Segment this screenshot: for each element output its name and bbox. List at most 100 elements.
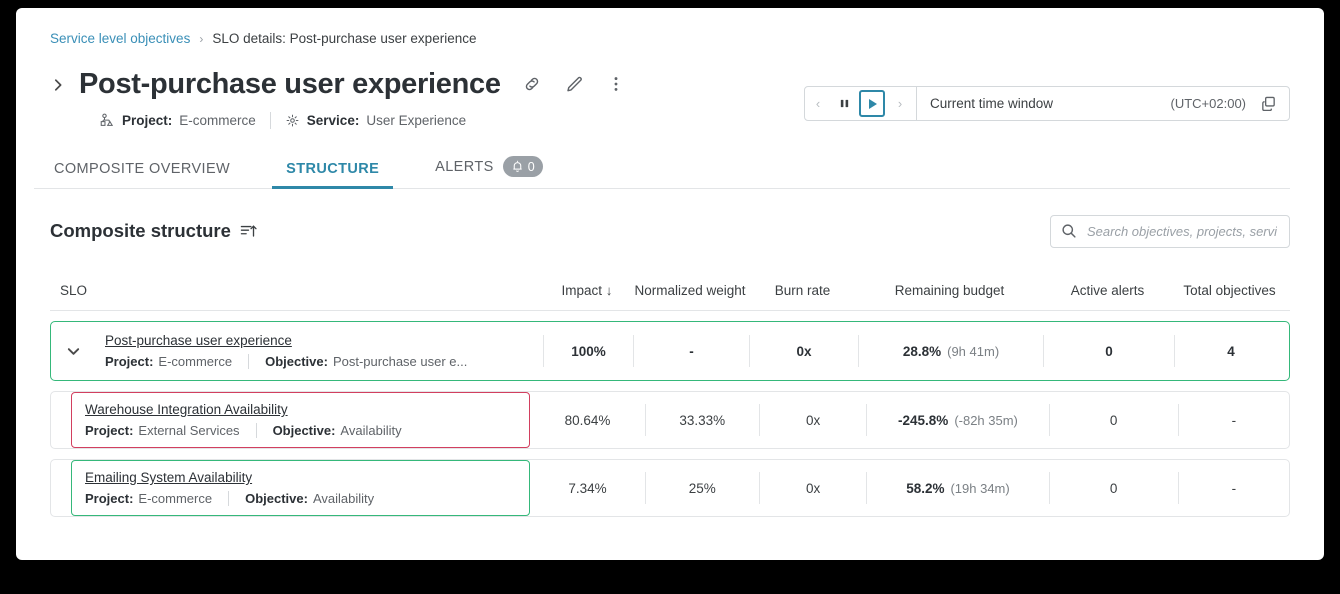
service-icon: [285, 113, 300, 128]
cell-remaining-budget-time: (9h 41m): [947, 344, 999, 359]
meta-service-label: Service:: [307, 113, 360, 128]
cell-remaining-budget: 58.2% (19h 34m): [866, 472, 1048, 504]
cell-impact: 80.64%: [530, 404, 644, 436]
cell-total-objectives: -: [1178, 472, 1289, 504]
breadcrumb-link-service-level-objectives[interactable]: Service level objectives: [50, 31, 190, 46]
time-window-pause-button[interactable]: [831, 87, 857, 120]
slo-project-value: E-commerce: [158, 354, 232, 369]
slo-name-link[interactable]: Warehouse Integration Availability: [85, 402, 529, 417]
slo-sub-divider: [228, 491, 229, 506]
slo-objective-value: Availability: [340, 423, 401, 438]
slo-objective-label: Objective:: [265, 354, 328, 369]
slo-objective-value: Post-purchase user e...: [333, 354, 467, 369]
cell-impact: 100%: [543, 335, 633, 367]
cell-total-objectives: -: [1178, 404, 1289, 436]
column-header-active-alerts[interactable]: Active alerts: [1042, 283, 1173, 299]
breadcrumb-current: SLO details: Post-purchase user experien…: [212, 31, 476, 46]
time-window-next-button[interactable]: ›: [887, 87, 913, 120]
cell-remaining-budget-time: (19h 34m): [950, 481, 1009, 496]
slo-sub-info: Project: E-commerce Objective: Availabil…: [85, 491, 529, 506]
tab-alerts-label: ALERTS: [435, 159, 494, 175]
page-title: Post-purchase user experience: [79, 63, 501, 105]
column-header-normalized-weight[interactable]: Normalized weight: [632, 283, 748, 299]
table-row[interactable]: Warehouse Integration Availability Proje…: [50, 391, 1290, 449]
slo-project-label: Project:: [85, 491, 133, 506]
pencil-icon[interactable]: [564, 74, 584, 94]
title-actions: [522, 63, 626, 105]
tab-structure-label: STRUCTURE: [286, 161, 379, 177]
column-header-total-objectives[interactable]: Total objectives: [1173, 283, 1286, 299]
slo-objective-value: Availability: [313, 491, 374, 506]
search-box[interactable]: [1050, 215, 1290, 248]
slo-name-cell[interactable]: Emailing System Availability Project: E-…: [71, 460, 530, 516]
tab-composite-overview-label: COMPOSITE OVERVIEW: [54, 161, 230, 177]
sort-arrow-icon: ↓: [606, 283, 613, 298]
cell-remaining-budget: 28.8% (9h 41m): [858, 335, 1043, 367]
cell-total-objectives: 4: [1174, 335, 1287, 367]
meta-project-value: E-commerce: [179, 113, 256, 128]
column-header-impact-label: Impact: [561, 283, 602, 298]
meta-service: Service: User Experience: [285, 113, 466, 128]
slo-name-link[interactable]: Post-purchase user experience: [105, 333, 543, 348]
slo-project-value: E-commerce: [138, 491, 212, 506]
column-header-burn-rate[interactable]: Burn rate: [748, 283, 857, 299]
slo-objective-label: Objective:: [273, 423, 336, 438]
link-icon[interactable]: [522, 74, 542, 94]
slo-sub-info: Project: External Services Objective: Av…: [85, 423, 529, 438]
slo-name-link[interactable]: Emailing System Availability: [85, 470, 529, 485]
project-icon: [100, 113, 115, 128]
meta-service-value: User Experience: [366, 113, 466, 128]
slo-sub-info: Project: E-commerce Objective: Post-purc…: [105, 354, 543, 369]
alerts-badge-count: 0: [528, 160, 535, 174]
slo-project-value: External Services: [138, 423, 239, 438]
tab-structure[interactable]: STRUCTURE: [282, 161, 383, 188]
cell-impact: 7.34%: [530, 472, 644, 504]
column-header-impact[interactable]: Impact ↓: [542, 283, 632, 299]
copy-icon[interactable]: [1260, 95, 1277, 112]
composite-structure-table: SLO Impact ↓ Normalized weight Burn rate…: [34, 263, 1306, 517]
tab-alerts[interactable]: ALERTS 0: [431, 156, 547, 188]
column-header-slo: SLO: [50, 283, 542, 299]
column-header-remaining-budget[interactable]: Remaining budget: [857, 283, 1042, 299]
play-icon: [869, 99, 877, 109]
breadcrumb: Service level objectives › SLO details: …: [34, 8, 1306, 46]
cell-remaining-budget: -245.8% (-82h 35m): [866, 404, 1048, 436]
chevron-right-icon[interactable]: [50, 63, 66, 107]
time-window-prev-button[interactable]: ‹: [805, 87, 831, 120]
search-input[interactable]: [1085, 223, 1279, 240]
breadcrumb-separator-icon: ›: [199, 32, 203, 46]
chevron-down-icon[interactable]: [51, 344, 95, 359]
search-icon: [1061, 223, 1077, 239]
cell-normalized-weight: 25%: [645, 472, 759, 504]
time-window-label[interactable]: Current time window: [917, 96, 1171, 111]
section-header: Composite structure: [34, 215, 1306, 247]
kebab-menu-icon[interactable]: [606, 74, 626, 94]
table-row[interactable]: Emailing System Availability Project: E-…: [50, 459, 1290, 517]
bell-icon: [511, 160, 524, 173]
time-window-play-button[interactable]: [859, 90, 885, 117]
alerts-badge: 0: [503, 156, 543, 177]
meta-divider: [270, 112, 271, 129]
cell-active-alerts: 0: [1049, 472, 1178, 504]
section-title: Composite structure: [50, 220, 231, 242]
time-window-control: ‹ › Current time window (UTC+02:00): [804, 86, 1290, 121]
slo-project-label: Project:: [85, 423, 133, 438]
cell-remaining-budget-time: (-82h 35m): [954, 413, 1018, 428]
cell-remaining-budget-percent: 28.8%: [903, 344, 941, 359]
sort-ascending-icon[interactable]: [240, 223, 257, 240]
slo-name-cell: Post-purchase user experience Project: E…: [95, 322, 543, 380]
cell-remaining-budget-percent: -245.8%: [898, 413, 948, 428]
meta-project: Project: E-commerce: [100, 113, 256, 128]
time-window-timezone: (UTC+02:00): [1171, 96, 1261, 111]
cell-active-alerts: 0: [1043, 335, 1174, 367]
cell-burn-rate: 0x: [759, 472, 866, 504]
cell-burn-rate: 0x: [749, 335, 858, 367]
page-content: Service level objectives › SLO details: …: [16, 8, 1324, 560]
meta-project-label: Project:: [122, 113, 172, 128]
tab-composite-overview[interactable]: COMPOSITE OVERVIEW: [50, 161, 234, 188]
slo-name-cell[interactable]: Warehouse Integration Availability Proje…: [71, 392, 530, 448]
table-row[interactable]: Post-purchase user experience Project: E…: [50, 321, 1290, 381]
slo-sub-divider: [248, 354, 249, 369]
cell-burn-rate: 0x: [759, 404, 866, 436]
tab-bar: COMPOSITE OVERVIEW STRUCTURE ALERTS 0: [34, 151, 1290, 189]
